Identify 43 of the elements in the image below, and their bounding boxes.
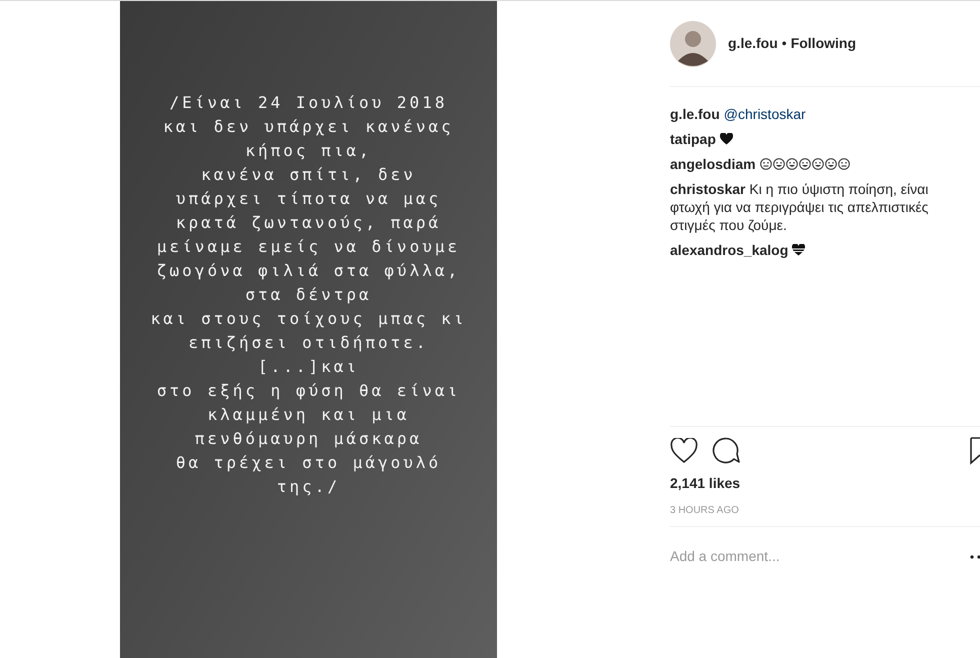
poem-line: πενθόμαυρη μάσκαρα bbox=[194, 428, 422, 450]
striped-heart-icon bbox=[792, 244, 806, 256]
comment-username[interactable]: g.le.fou bbox=[670, 106, 720, 122]
likes-count[interactable]: 2,141 likes bbox=[670, 473, 980, 494]
face-emoji-icon bbox=[824, 158, 837, 170]
poem-line: στα δέντρα bbox=[245, 284, 372, 306]
poem-line: κήπος πια, bbox=[245, 140, 372, 162]
poem-line: κρατά ζωντανούς, παρά bbox=[176, 212, 442, 234]
poem-line: και στους τοίχους μπας κι bbox=[150, 308, 466, 330]
more-options-icon[interactable] bbox=[970, 554, 980, 558]
face-emoji-icon bbox=[798, 158, 811, 170]
poem-line: και δεν υπάρχει κανένας bbox=[163, 116, 454, 138]
comment-field[interactable]: Add a comment... bbox=[670, 546, 970, 567]
mention-link[interactable]: @christoskar bbox=[724, 106, 806, 122]
avatar-icon[interactable] bbox=[670, 20, 716, 66]
comment-username[interactable]: alexandros_kalog bbox=[670, 242, 788, 258]
poem-line: θα τρέχει στο μάγουλό bbox=[176, 452, 442, 474]
separator: • bbox=[782, 34, 787, 53]
poem-line: στο εξής η φύση θα είναι bbox=[156, 380, 460, 402]
poem-line: της./ bbox=[276, 476, 340, 498]
face-emoji-icon bbox=[838, 158, 850, 170]
face-emoji-icon bbox=[760, 158, 772, 170]
face-emoji-icon bbox=[786, 158, 798, 170]
bookmark-icon[interactable] bbox=[970, 437, 980, 465]
heart-icon[interactable] bbox=[670, 438, 698, 464]
face-emoji-icon bbox=[772, 158, 785, 170]
poem-line: κανένα σπίτι, δεν bbox=[201, 164, 416, 186]
comment-text: christoskar Κι η πιο ύψιστη ποίηση, είναι φτωχή για να περιγράψει τις απελπιστικές στιγμές που ζούμε. bbox=[670, 180, 930, 234]
comment-username[interactable]: tatipap bbox=[670, 131, 716, 147]
following-link[interactable]: Following bbox=[790, 33, 856, 54]
face-emoji-icon bbox=[812, 158, 824, 170]
heart-emoji-icon bbox=[720, 133, 733, 145]
poem-line: ζωογόνα φιλιά στα φύλλα, bbox=[156, 260, 460, 282]
poem-line: επιζήσει οτιδήποτε. bbox=[188, 332, 429, 354]
username[interactable]: g.le.fou bbox=[728, 33, 778, 54]
post-time: 3 HOURS AGO bbox=[670, 504, 740, 518]
poem-line: /Είναι 24 Ιουλίου 2018 bbox=[170, 92, 448, 114]
comment-icon[interactable] bbox=[712, 437, 740, 465]
poem-line: μείναμε εμείς να δίνουμε bbox=[156, 236, 460, 258]
poem-line: [...]και bbox=[258, 356, 360, 378]
comment-username[interactable]: angelosdiam bbox=[670, 156, 756, 172]
poem-line: κλαμμένη και μια bbox=[207, 404, 410, 426]
poem-line: υπάρχει τίποτα να μας bbox=[176, 188, 442, 210]
